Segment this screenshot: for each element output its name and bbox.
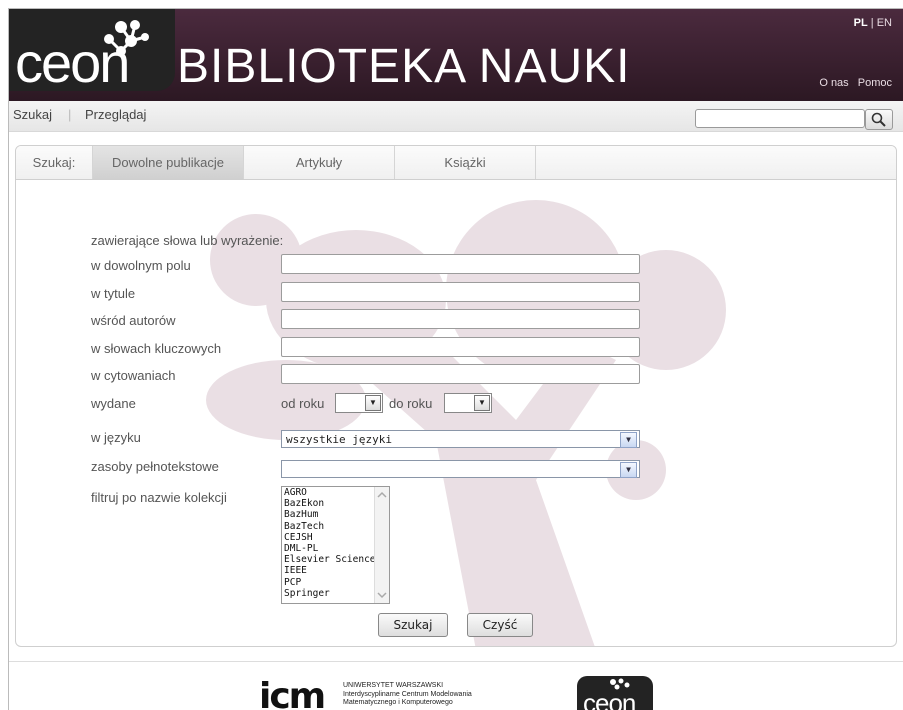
collection-option[interactable]: IEEE [282,565,389,576]
chevron-down-icon: ▼ [365,395,381,411]
title-input[interactable] [281,282,640,302]
authors-label: wśród autorów [91,313,176,328]
icm-caption: UNIWERSYTET WARSZAWSKI Interdyscyplinarn… [343,682,472,708]
chevron-down-icon: ▼ [620,462,637,478]
collection-option[interactable]: BazHum [282,509,389,520]
any-field-label: w dowolnym polu [91,258,191,273]
title-label: w tytule [91,286,136,301]
help-link[interactable]: Pomoc [858,77,892,89]
chevron-down-icon: ▼ [474,395,490,411]
language-select-value: wszystkie języki [286,433,392,446]
collection-option[interactable]: CEJSH [282,532,389,543]
ceon-footer-text: ceon [583,688,636,710]
main-nav: Szukaj | Przeglądaj [9,101,903,132]
icm-line-3: Matematycznego i Komputerowego [343,699,453,706]
from-year-label: od roku [281,396,325,411]
language-label: w języku [91,430,141,445]
tree-background-art [206,200,726,646]
about-link[interactable]: O nas [819,77,848,89]
magnifier-icon [871,112,886,127]
lang-pl-link[interactable]: PL [854,17,868,29]
site-header: ceon BIBLIOTEKA NAUKI PL | EN O nas Pomo… [9,9,903,101]
fulltext-label: zasoby pełnotekstowe [91,459,219,474]
tab-any-publications[interactable]: Dowolne publikacje [93,146,244,179]
listbox-scrollbar[interactable] [374,487,389,603]
quick-search-input[interactable] [695,109,865,128]
nav-search[interactable]: Szukaj [13,107,52,122]
collection-option[interactable]: Springer [282,588,389,599]
page-footer: icm UNIWERSYTET WARSZAWSKI Interdyscypli… [9,661,903,710]
clear-button[interactable]: Czyść [467,613,533,637]
collection-label: filtruj po nazwie kolekcji [91,490,227,505]
lang-separator: | [867,17,877,29]
nav-browse[interactable]: Przeglądaj [85,107,146,122]
collection-option[interactable]: AGRO [282,487,389,498]
search-tabs: Szukaj: Dowolne publikacje Artykuły Ksią… [16,146,896,180]
citations-label: w cytowaniach [91,368,176,383]
chevron-down-icon: ▼ [620,432,637,448]
search-button[interactable]: Szukaj [378,613,448,637]
logo-text: ceon [15,31,130,94]
tab-articles[interactable]: Artykuły [244,146,395,179]
top-links: O nas Pomoc [813,77,892,89]
collection-option[interactable]: DML-PL [282,543,389,554]
site-title: BIBLIOTEKA NAUKI [177,40,631,93]
icm-logo[interactable]: icm [259,676,326,710]
fulltext-select[interactable]: ▼ [281,460,640,478]
keywords-input[interactable] [281,337,640,357]
any-field-input[interactable] [281,254,640,274]
collection-option[interactable]: BazEkon [282,498,389,509]
scroll-up-icon [377,491,387,498]
quick-search-button[interactable] [865,109,893,130]
intro-label: zawierające słowa lub wyrażenie: [91,233,284,248]
page-frame: ceon BIBLIOTEKA NAUKI PL | EN O nas Pomo… [8,8,903,710]
scroll-down-icon [377,592,387,599]
published-label: wydane [91,396,136,411]
collection-option[interactable]: BazTech [282,521,389,532]
collection-option[interactable]: PCP [282,577,389,588]
collection-option[interactable]: Elsevier Science [282,554,389,565]
tabs-label: Szukaj: [16,146,93,179]
to-year-label: do roku [389,396,433,411]
language-switch: PL | EN [854,17,892,29]
to-year-select[interactable]: ▼ [444,393,492,413]
icm-line-2: Interdyscyplinarne Centrum Modelowania [343,690,472,698]
citations-input[interactable] [281,364,640,384]
ceon-logo[interactable]: ceon [9,9,175,94]
lang-en-link[interactable]: EN [877,17,892,29]
authors-input[interactable] [281,309,640,329]
ceon-footer-logo[interactable]: ceon [577,676,653,710]
tab-books[interactable]: Książki [395,146,536,179]
collection-listbox[interactable]: AGRO BazEkon BazHum BazTech CEJSH DML-PL… [281,486,390,604]
language-select[interactable]: wszystkie języki ▼ [281,430,640,448]
search-panel: Szukaj: Dowolne publikacje Artykuły Ksią… [15,145,897,647]
nav-separator: | [68,107,72,122]
keywords-label: w słowach kluczowych [91,341,222,356]
from-year-select[interactable]: ▼ [335,393,383,413]
icm-line-1: UNIWERSYTET WARSZAWSKI [343,682,444,689]
